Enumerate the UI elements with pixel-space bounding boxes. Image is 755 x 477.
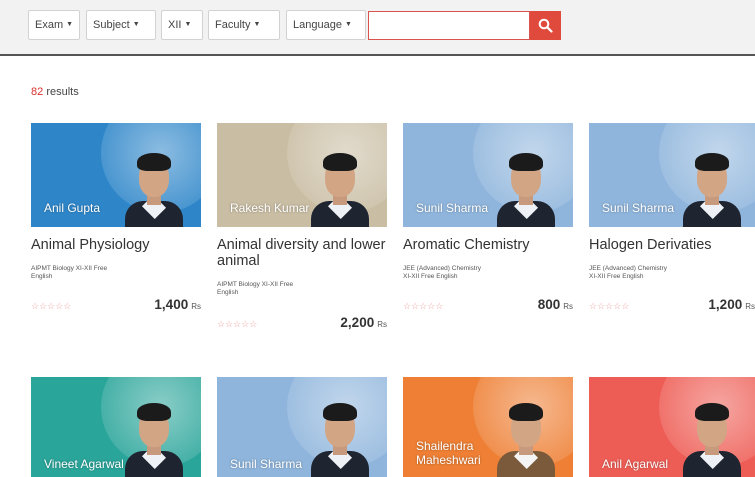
teacher-name: Sunil Sharma (230, 457, 303, 471)
price-value: 800 (537, 297, 561, 312)
caret-down-icon: ▼ (253, 21, 261, 29)
teacher-name: Sunil Sharma (602, 201, 675, 215)
results-number: 82 (31, 86, 44, 98)
course-tags: AIPMT Biology XI-XII Free English (31, 265, 108, 280)
exam-filter-button[interactable]: Exam ▼ (28, 10, 80, 40)
class-filter-label: XII (168, 19, 182, 31)
course-thumbnail[interactable]: Rakesh Kumar (217, 123, 387, 227)
course-price: 1,400 Rs (154, 297, 201, 312)
teacher-photo (497, 395, 555, 477)
course-card[interactable]: Vineet Agarwal (31, 377, 201, 477)
course-thumbnail[interactable]: Vineet Agarwal (31, 377, 201, 477)
course-title[interactable]: Aromatic Chemistry (403, 237, 575, 253)
course-title[interactable]: Animal diversity and lower animal (217, 237, 389, 269)
caret-down-icon: ▼ (344, 21, 352, 29)
results-label: results (46, 86, 79, 98)
language-filter-button[interactable]: Language ▼ (286, 10, 366, 40)
teacher-photo (497, 145, 555, 227)
teacher-photo (311, 145, 369, 227)
rating-stars: ☆☆☆☆☆ (217, 319, 258, 329)
price-value: 1,400 (154, 297, 189, 312)
course-card[interactable]: Anil Agarwal (589, 377, 755, 477)
rating-stars: ☆☆☆☆☆ (31, 301, 72, 311)
course-thumbnail[interactable]: Anil Agarwal (589, 377, 755, 477)
teacher-photo (683, 145, 741, 227)
course-tags: AIPMT Biology XI-XII Free English (217, 281, 294, 296)
course-card[interactable]: Sunil Sharma Halogen Derivaties JEE (Adv… (589, 123, 755, 323)
faculty-filter-label: Faculty (215, 19, 251, 31)
course-price: 2,200 Rs (340, 315, 387, 330)
course-card[interactable]: Sunil Sharma Aromatic Chemistry JEE (Adv… (403, 123, 573, 323)
rating-stars: ☆☆☆☆☆ (403, 301, 444, 311)
price-value: 2,200 (340, 315, 375, 330)
course-thumbnail[interactable]: Shailendra Maheshwari (403, 377, 573, 477)
course-title[interactable]: Animal Physiology (31, 237, 203, 253)
course-price: 800 Rs (538, 297, 573, 312)
course-thumbnail[interactable]: Sunil Sharma (403, 123, 573, 227)
class-filter-button[interactable]: XII ▼ (161, 10, 203, 40)
search-icon (538, 18, 553, 33)
course-thumbnail[interactable]: Sunil Sharma (589, 123, 755, 227)
subject-filter-button[interactable]: Subject ▼ (86, 10, 156, 40)
language-filter-label: Language (293, 19, 342, 31)
course-card[interactable]: Anil Gupta Animal Physiology AIPMT Biolo… (31, 123, 201, 323)
search-button[interactable] (530, 11, 561, 40)
rating-stars: ☆☆☆☆☆ (589, 301, 630, 311)
course-card[interactable]: Sunil Sharma (217, 377, 387, 477)
teacher-photo (311, 395, 369, 477)
course-card[interactable]: Shailendra Maheshwari (403, 377, 573, 477)
teacher-name: Rakesh Kumar (230, 201, 310, 215)
price-currency: Rs (745, 302, 755, 311)
subject-filter-label: Subject (93, 19, 130, 31)
results-count: 82 results (31, 86, 79, 98)
teacher-photo (125, 145, 183, 227)
course-title[interactable]: Halogen Derivaties (589, 237, 755, 253)
course-card[interactable]: Rakesh Kumar Animal diversity and lower … (217, 123, 387, 333)
teacher-name: Shailendra Maheshwari (416, 439, 481, 467)
teacher-photo (683, 395, 741, 477)
teacher-name: Sunil Sharma (416, 201, 489, 215)
course-thumbnail[interactable]: Sunil Sharma (217, 377, 387, 477)
course-thumbnail[interactable]: Anil Gupta (31, 123, 201, 227)
caret-down-icon: ▼ (66, 21, 74, 29)
teacher-name: Anil Gupta (44, 201, 101, 215)
course-tags: JEE (Advanced) Chemistry XI-XII Free Eng… (403, 265, 482, 280)
teacher-photo (125, 395, 183, 477)
course-price: 1,200 Rs (708, 297, 755, 312)
teacher-name: Anil Agarwal (602, 457, 669, 471)
price-currency: Rs (377, 320, 387, 329)
price-currency: Rs (191, 302, 201, 311)
price-currency: Rs (563, 302, 573, 311)
price-value: 1,200 (708, 297, 743, 312)
faculty-filter-button[interactable]: Faculty ▼ (208, 10, 280, 40)
search-input[interactable] (368, 11, 530, 40)
caret-down-icon: ▼ (132, 21, 140, 29)
course-tags: JEE (Advanced) Chemistry XI-XII Free Eng… (589, 265, 668, 280)
filter-bar: Exam ▼ Subject ▼ XII ▼ Faculty ▼ Language ▼ (0, 0, 755, 56)
teacher-name: Vineet Agarwal (44, 457, 124, 471)
caret-down-icon: ▼ (184, 21, 192, 29)
exam-filter-label: Exam (35, 19, 64, 31)
